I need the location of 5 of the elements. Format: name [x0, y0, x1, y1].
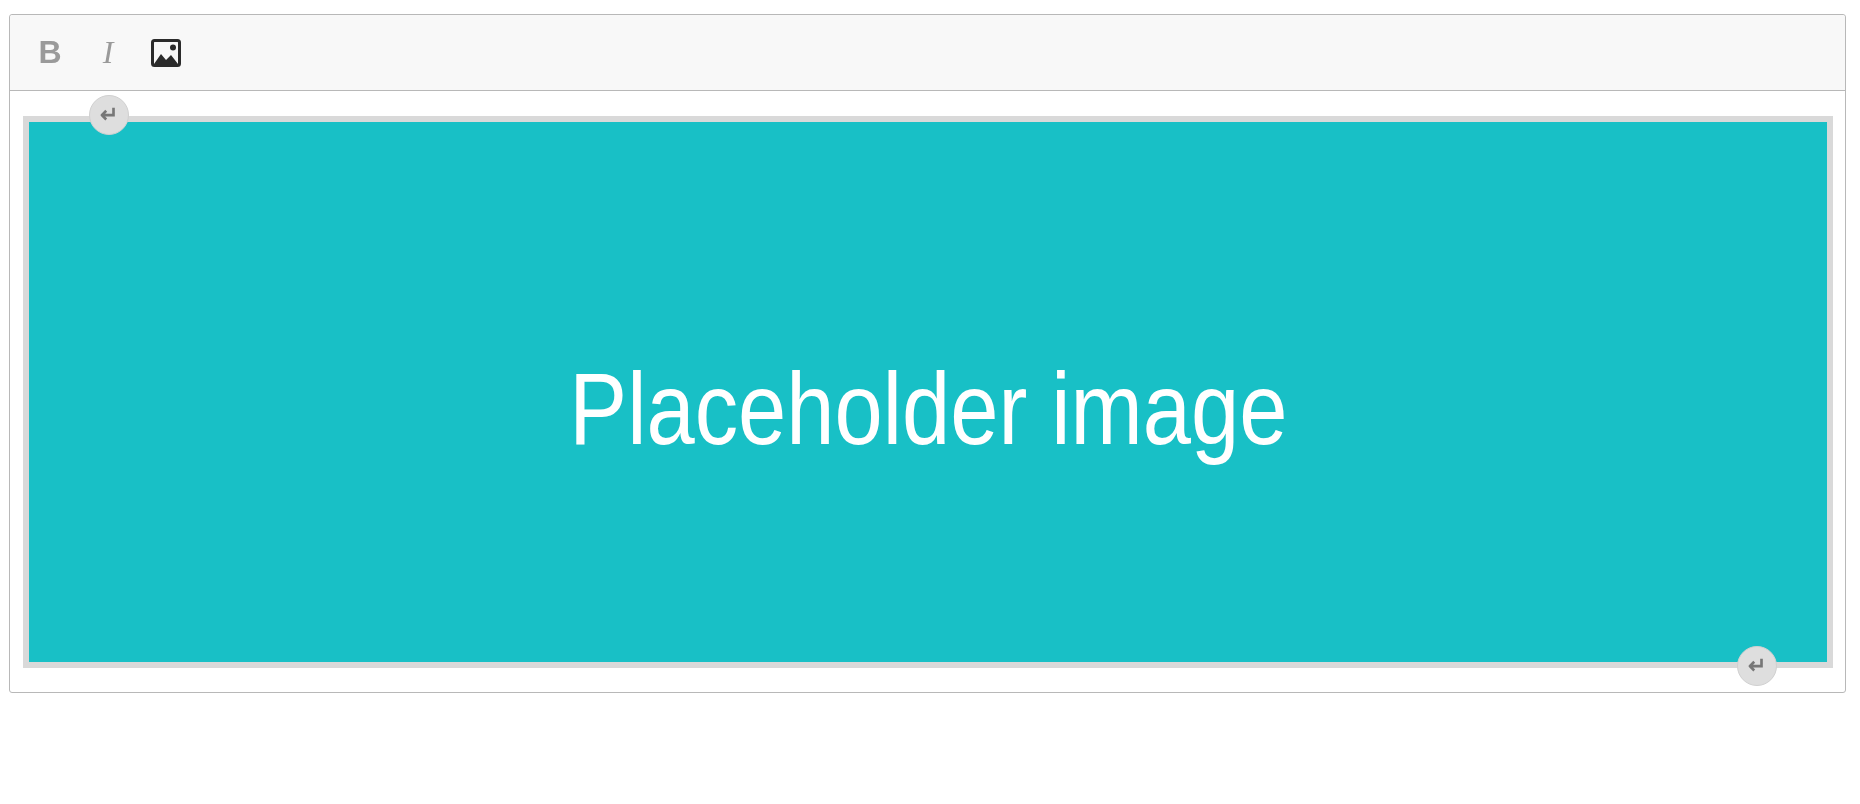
insert-line-button[interactable]: ↵ [1737, 646, 1777, 686]
image-text: Placeholder image [568, 350, 1288, 468]
image-icon [151, 38, 181, 67]
insert-line-button[interactable]: ↵ [89, 95, 129, 135]
editor-content[interactable]: Placeholder image ↵ ↵ [10, 91, 1845, 692]
